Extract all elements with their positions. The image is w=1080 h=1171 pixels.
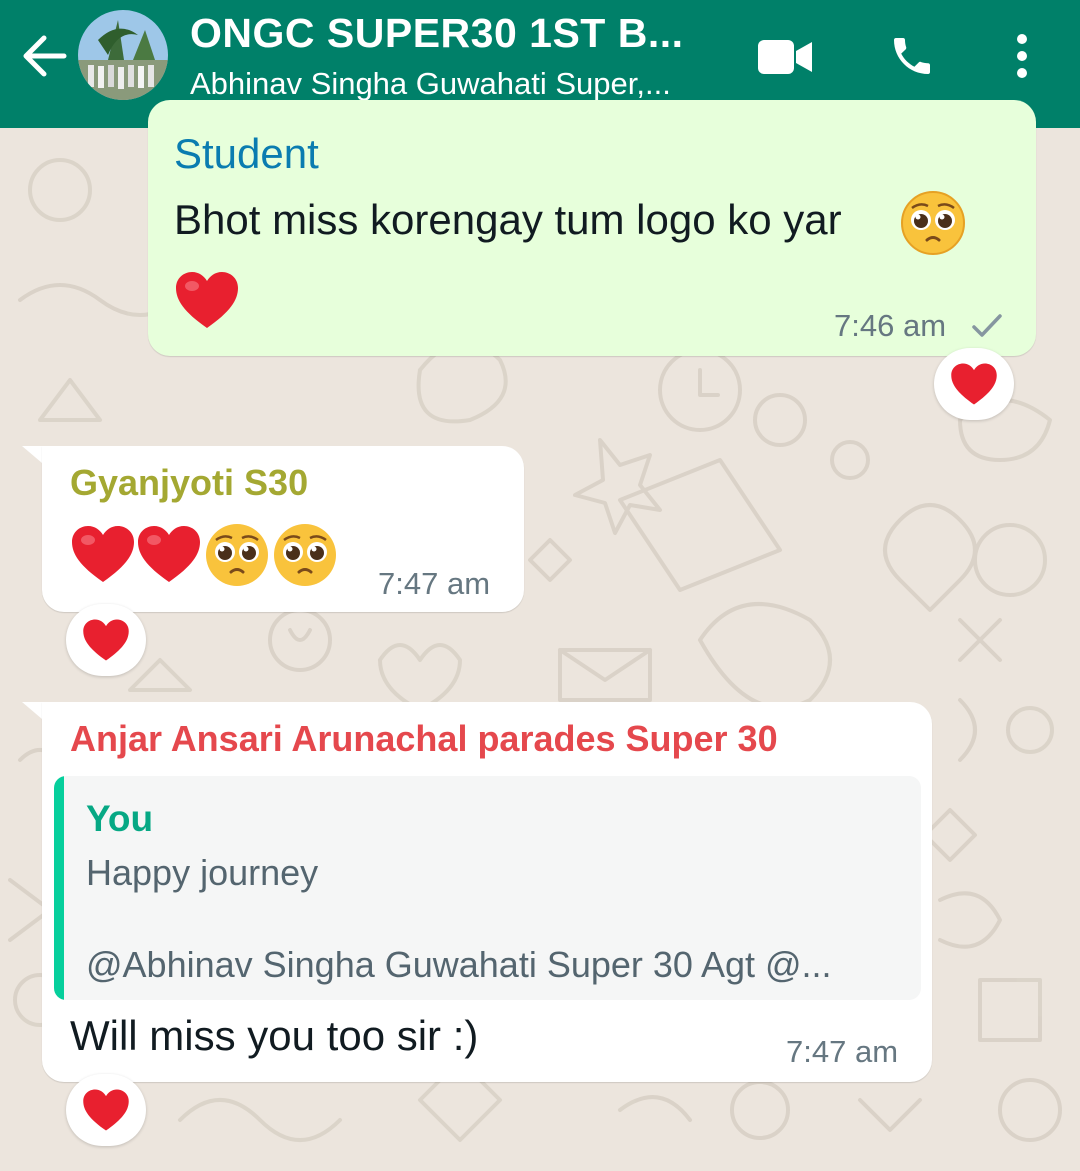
red-heart-emoji [72, 526, 134, 582]
message-time: 7:47 am [378, 566, 491, 601]
quoted-author: You [86, 798, 154, 839]
message-time: 7:46 am [834, 308, 947, 343]
chat-subtitle[interactable]: Abhinav Singha Guwahati Super,... [190, 66, 710, 102]
pleading-face-emoji [274, 524, 336, 586]
message-text: Bhot miss korengay tum logo ko yar [174, 196, 842, 243]
quote-accent-bar [54, 776, 64, 1000]
quoted-mention: @Abhinav Singha Guwahati Super 30 Agt @.… [86, 944, 832, 985]
quoted-message[interactable]: You Happy journey @Abhinav Singha Guwaha… [54, 776, 921, 1000]
quoted-text: Happy journey [86, 852, 319, 893]
message-sender: Anjar Ansari Arunachal parades Super 30 [70, 718, 778, 759]
message-time: 7:47 am [786, 1034, 899, 1069]
message-sender: Student [174, 130, 319, 177]
video-camera-icon[interactable] [758, 38, 812, 76]
red-heart-icon [83, 619, 129, 661]
phone-icon[interactable] [888, 32, 936, 80]
group-avatar[interactable] [78, 10, 168, 100]
more-vertical-icon[interactable] [1010, 32, 1034, 80]
chat-title[interactable]: ONGC SUPER30 1ST B... [190, 10, 730, 57]
red-heart-emoji [176, 272, 238, 328]
reaction-badge[interactable] [66, 604, 146, 676]
sent-check-icon [972, 314, 1002, 337]
message-sender: Gyanjyoti S30 [70, 462, 309, 503]
reaction-badge[interactable] [66, 1074, 146, 1146]
pleading-face-emoji [206, 524, 268, 586]
pleading-face-emoji [901, 191, 965, 255]
red-heart-icon [83, 1089, 129, 1131]
reaction-badge[interactable] [934, 348, 1014, 420]
red-heart-icon [951, 363, 997, 405]
arrow-left-icon[interactable] [20, 28, 70, 84]
message-text: Will miss you too sir :) [70, 1012, 479, 1059]
red-heart-emoji [138, 526, 200, 582]
